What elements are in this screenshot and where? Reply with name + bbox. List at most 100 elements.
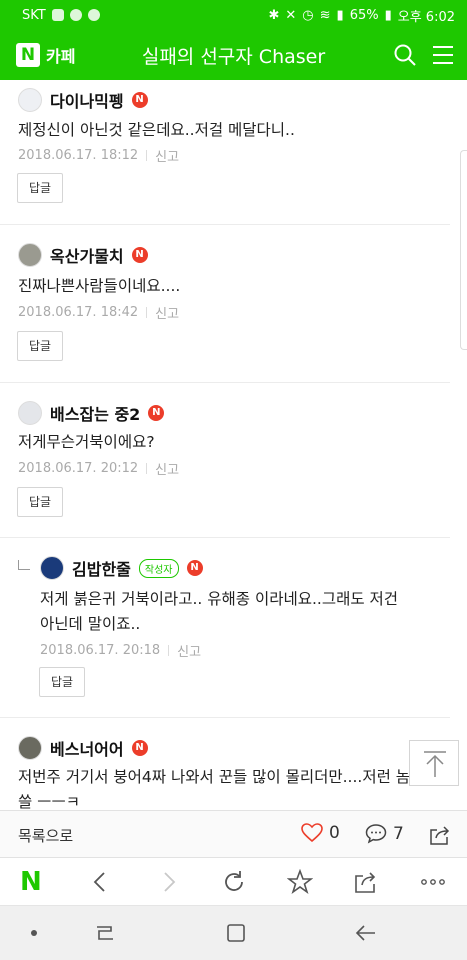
report-link[interactable]: 신고 xyxy=(155,459,179,478)
cafe-logo-text: 카페 xyxy=(46,47,76,66)
comment-date: 2018.06.17. 18:12 xyxy=(18,148,139,163)
reply-indicator-icon xyxy=(18,560,30,570)
carrier-label: SKT xyxy=(22,7,46,23)
meta-divider xyxy=(168,645,170,656)
comment-item: 베스너어어 N 저번주 거기서 붕어4짜 나와서 꾼들 많이 몰리더만....저… xyxy=(0,718,450,810)
comment-count: 7 xyxy=(393,823,404,844)
comment-text-line: 저게 붉은귀 거북이라고.. 유해종 이라네요..그래도 저건 xyxy=(40,590,399,608)
comment-text: 저번주 거기서 붕어4짜 나와서 꾼들 많이 몰리더만....저런 놈 쓸 ㅡㅡ… xyxy=(18,765,410,810)
browser-share-button[interactable] xyxy=(353,869,379,895)
naver-logo-icon: N xyxy=(16,43,40,67)
alarm-icon: ◷ xyxy=(302,7,314,23)
message-notification-icon xyxy=(87,9,100,21)
signal-icon: ▮ xyxy=(336,7,344,23)
heart-icon xyxy=(301,823,323,843)
cafe-header: 실패의 선구자 Chaser N 카페 xyxy=(0,30,467,80)
article-action-bar: 목록으로 0 7 xyxy=(0,810,467,858)
back-button[interactable] xyxy=(88,869,114,895)
battery-level: 65% xyxy=(349,7,379,23)
naver-badge-icon: N xyxy=(131,92,148,108)
share-button[interactable] xyxy=(428,824,452,850)
like-count: 0 xyxy=(329,823,340,843)
forward-button[interactable] xyxy=(155,869,181,895)
gallery-notification-icon xyxy=(51,9,64,21)
recent-apps-button[interactable] xyxy=(93,921,117,945)
hamburger-menu-icon xyxy=(433,46,453,64)
naver-n-icon: N xyxy=(20,867,42,897)
avatar[interactable] xyxy=(40,556,64,580)
reply-button[interactable]: 답글 xyxy=(39,667,85,697)
search-icon xyxy=(394,44,416,66)
browser-toolbar: N xyxy=(0,858,467,906)
home-button[interactable] xyxy=(224,921,248,945)
comment-item: 다이나믹펭 N 제정신이 아닌것 같은데요..저걸 메달다니.. 2018.06… xyxy=(0,80,450,225)
menu-button[interactable] xyxy=(430,42,456,68)
comment-text: 저게무슨거북이에요? xyxy=(18,433,155,451)
comment-nickname[interactable]: 베스너어어 xyxy=(50,736,124,760)
more-dots-icon xyxy=(421,879,445,885)
bluetooth-icon: ✱ xyxy=(268,7,280,23)
mute-icon: ✕ xyxy=(285,7,297,23)
naver-badge-icon: N xyxy=(131,740,148,756)
status-bar: SKT ✱ ✕ ◷ ≋ ▮ 65% ▮ 오후 6:02 xyxy=(0,0,467,30)
share-icon xyxy=(355,872,376,893)
comment-date: 2018.06.17. 18:42 xyxy=(18,305,139,320)
system-navigation-bar xyxy=(0,906,467,960)
comment-nickname[interactable]: 옥산가물치 xyxy=(50,243,124,267)
comment-nickname[interactable]: 다이나믹펭 xyxy=(50,88,124,112)
report-link[interactable]: 신고 xyxy=(155,146,179,165)
chevron-left-icon xyxy=(93,872,105,892)
share-icon xyxy=(430,826,450,845)
recent-apps-icon xyxy=(97,926,113,940)
home-square-icon xyxy=(227,924,245,942)
comment-text: 진짜나쁜사람들이네요.... xyxy=(18,277,181,295)
comment-date: 2018.06.17. 20:18 xyxy=(40,643,161,658)
avatar[interactable] xyxy=(18,243,42,267)
comment-text-line: 아닌데 말이죠.. xyxy=(40,615,141,633)
comment-list[interactable]: 다이나믹펭 N 제정신이 아닌것 같은데요..저걸 메달다니.. 2018.06… xyxy=(0,80,467,810)
more-options-button[interactable] xyxy=(420,869,446,895)
reply-button[interactable]: 답글 xyxy=(17,331,63,361)
avatar[interactable] xyxy=(18,401,42,425)
comment-nickname[interactable]: 배스잡는 중2 xyxy=(50,401,140,425)
meta-divider xyxy=(146,150,148,161)
reply-button[interactable]: 답글 xyxy=(17,173,63,203)
battery-icon: ▮ xyxy=(384,7,392,23)
comment-item: 옥산가물치 N 진짜나쁜사람들이네요.... 2018.06.17. 18:42… xyxy=(0,225,450,383)
system-back-button[interactable] xyxy=(354,921,378,945)
report-link[interactable]: 신고 xyxy=(177,641,201,660)
comment-count-button[interactable]: 7 xyxy=(365,823,404,844)
back-arrow-icon xyxy=(355,925,375,941)
dot-icon xyxy=(31,930,37,936)
naver-home-button[interactable]: N xyxy=(20,869,46,895)
comment-text-line: 쓸 ㅡㅡㅋ xyxy=(18,793,80,810)
refresh-button[interactable] xyxy=(221,869,247,895)
report-link[interactable]: 신고 xyxy=(155,303,179,322)
naver-badge-icon: N xyxy=(131,247,148,263)
scroll-to-top-button[interactable] xyxy=(409,740,459,786)
naver-cafe-logo[interactable]: N 카페 xyxy=(16,43,75,67)
wifi-icon: ≋ xyxy=(319,7,331,23)
nav-dot-button[interactable] xyxy=(22,921,46,945)
star-icon xyxy=(286,868,314,895)
bookmark-button[interactable] xyxy=(286,868,314,895)
reply-button[interactable]: 답글 xyxy=(17,487,63,517)
comment-text: 제정신이 아닌것 같은데요..저걸 메달다니.. xyxy=(18,121,295,139)
comment-nickname[interactable]: 김밥한줄 xyxy=(72,556,131,580)
chevron-right-icon xyxy=(164,872,176,892)
comment-date: 2018.06.17. 20:12 xyxy=(18,461,139,476)
comment-text-line: 저번주 거기서 붕어4짜 나와서 꾼들 많이 몰리더만....저런 놈 xyxy=(18,768,411,786)
reply-comment-item: 김밥한줄 작성자 N 저게 붉은귀 거북이라고.. 유해종 이라네요..그래도 … xyxy=(0,538,450,718)
avatar[interactable] xyxy=(18,736,42,760)
clock: 오후 6:02 xyxy=(397,9,455,25)
meta-divider xyxy=(146,307,148,318)
search-button[interactable] xyxy=(392,42,418,68)
like-button[interactable]: 0 xyxy=(301,823,340,843)
back-to-list-button[interactable]: 목록으로 xyxy=(18,825,73,846)
writer-badge: 작성자 xyxy=(138,558,179,578)
scroll-indicator[interactable] xyxy=(460,150,467,350)
comment-item: 배스잡는 중2 N 저게무슨거북이에요? 2018.06.17. 20:12 신… xyxy=(0,383,450,538)
meta-divider xyxy=(146,463,148,474)
avatar[interactable] xyxy=(18,88,42,112)
naver-badge-icon: N xyxy=(148,405,165,421)
